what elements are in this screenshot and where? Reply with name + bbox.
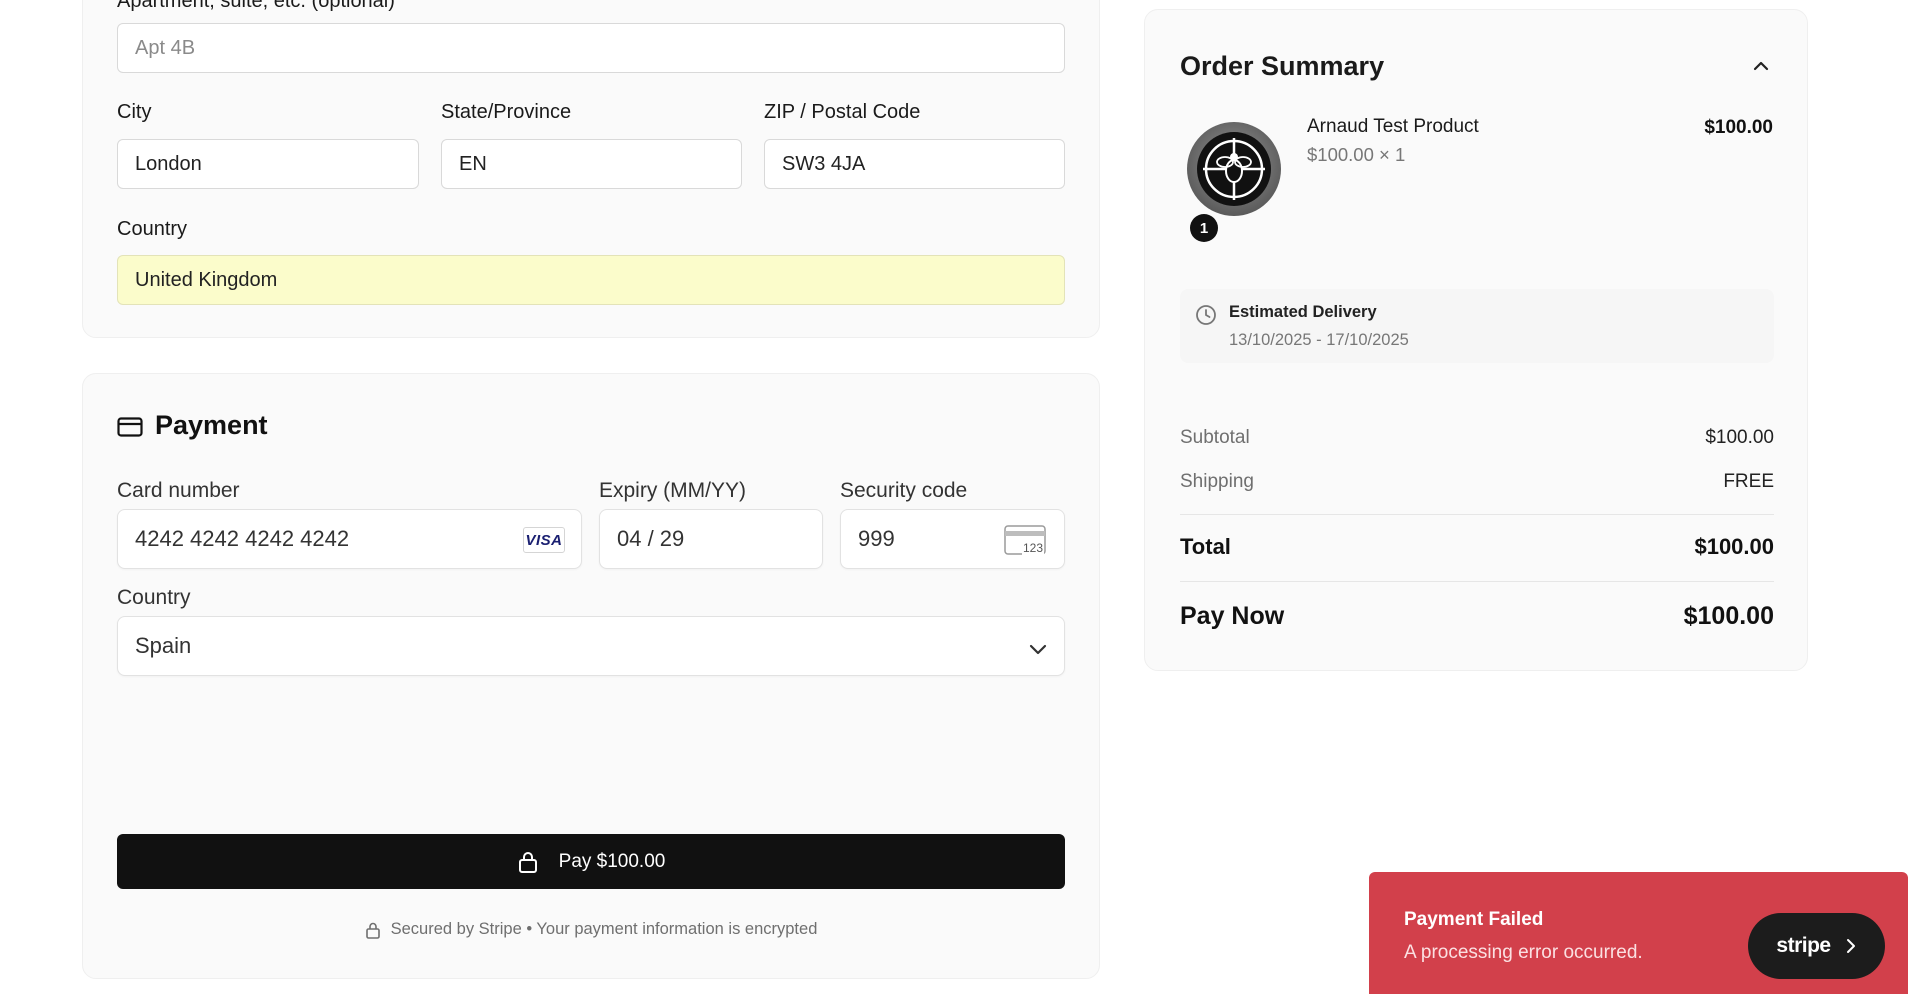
state-input[interactable]: EN [441, 139, 742, 189]
state-label: State/Province [441, 101, 572, 123]
pay-now-row: Pay Now $100.00 [1180, 602, 1774, 631]
lock-icon [517, 850, 539, 874]
quantity-badge: 1 [1190, 214, 1218, 242]
delivery-box [1180, 289, 1774, 363]
card-number-input[interactable]: 4242 4242 4242 4242 VISA [117, 509, 582, 569]
product-price: $100.00 [1704, 117, 1773, 138]
expiry-label: Expiry (MM/YY) [599, 479, 746, 502]
chevron-down-icon [1028, 638, 1048, 656]
cvc-icon-text: 123 [1021, 541, 1044, 555]
stripe-badge-button[interactable]: stripe [1748, 913, 1885, 979]
delivery-label: Estimated Delivery [1229, 303, 1377, 321]
subtotal-value: $100.00 [1705, 427, 1774, 448]
apartment-label: Apartment, suite, etc. (optional) [117, 0, 395, 12]
toast-message: A processing error occurred. [1404, 942, 1643, 963]
shipping-label: Shipping [1180, 471, 1254, 492]
product-detail: $100.00 × 1 [1307, 144, 1406, 165]
stripe-logo-text: stripe [1776, 934, 1831, 957]
divider-2 [1180, 581, 1774, 582]
zip-label: ZIP / Postal Code [764, 101, 921, 123]
product-name: Arnaud Test Product [1307, 116, 1479, 137]
city-input[interactable]: London [117, 139, 419, 189]
cvc-card-icon: 123 [1004, 525, 1046, 555]
security-code-value: 999 [858, 526, 895, 551]
divider-1 [1180, 514, 1774, 515]
secure-note-text: Secured by Stripe • Your payment informa… [390, 920, 818, 938]
address-country-label: Country [117, 218, 188, 240]
apartment-input[interactable]: Apt 4B [117, 23, 1065, 73]
city-label: City [117, 101, 152, 123]
clock-icon [1195, 304, 1217, 326]
pay-button[interactable]: Pay $100.00 [117, 834, 1065, 889]
delivery-dates: 13/10/2025 - 17/10/2025 [1229, 331, 1409, 349]
subtotal-label: Subtotal [1180, 427, 1250, 448]
card-number-label: Card number [117, 479, 240, 502]
security-code-input[interactable]: 999 123 [840, 509, 1065, 569]
payment-country-select[interactable]: Spain [117, 616, 1065, 676]
visa-icon: VISA [523, 527, 565, 553]
pay-now-label: Pay Now [1180, 602, 1285, 630]
visa-brand-text: VISA [525, 531, 563, 549]
small-lock-icon [365, 921, 381, 939]
total-row: Total $100.00 [1180, 534, 1774, 560]
subtotal-row: Subtotal $100.00 [1180, 427, 1774, 449]
pay-now-value: $100.00 [1683, 602, 1774, 630]
address-country-input[interactable]: United Kingdom [117, 255, 1065, 305]
product-thumbnail [1185, 120, 1283, 218]
credit-card-icon [117, 415, 143, 439]
security-code-label: Security code [840, 479, 968, 502]
shipping-row: Shipping FREE [1180, 471, 1774, 493]
payment-title: Payment [155, 410, 268, 440]
payment-country-label: Country [117, 586, 191, 609]
payment-country-value: Spain [135, 633, 192, 658]
order-summary-title: Order Summary [1180, 51, 1385, 81]
total-label: Total [1180, 534, 1231, 559]
chevron-right-icon [1845, 937, 1857, 955]
pay-button-label: Pay $100.00 [558, 850, 666, 872]
zip-input[interactable]: SW3 4JA [764, 139, 1065, 189]
card-number-value: 4242 4242 4242 4242 [135, 526, 350, 551]
chevron-up-icon[interactable] [1752, 58, 1770, 74]
toast-title: Payment Failed [1404, 909, 1544, 930]
secure-note: Secured by Stripe • Your payment informa… [117, 920, 1065, 939]
expiry-input[interactable]: 04 / 29 [599, 509, 823, 569]
shipping-value: FREE [1723, 471, 1774, 492]
total-value: $100.00 [1694, 534, 1774, 559]
